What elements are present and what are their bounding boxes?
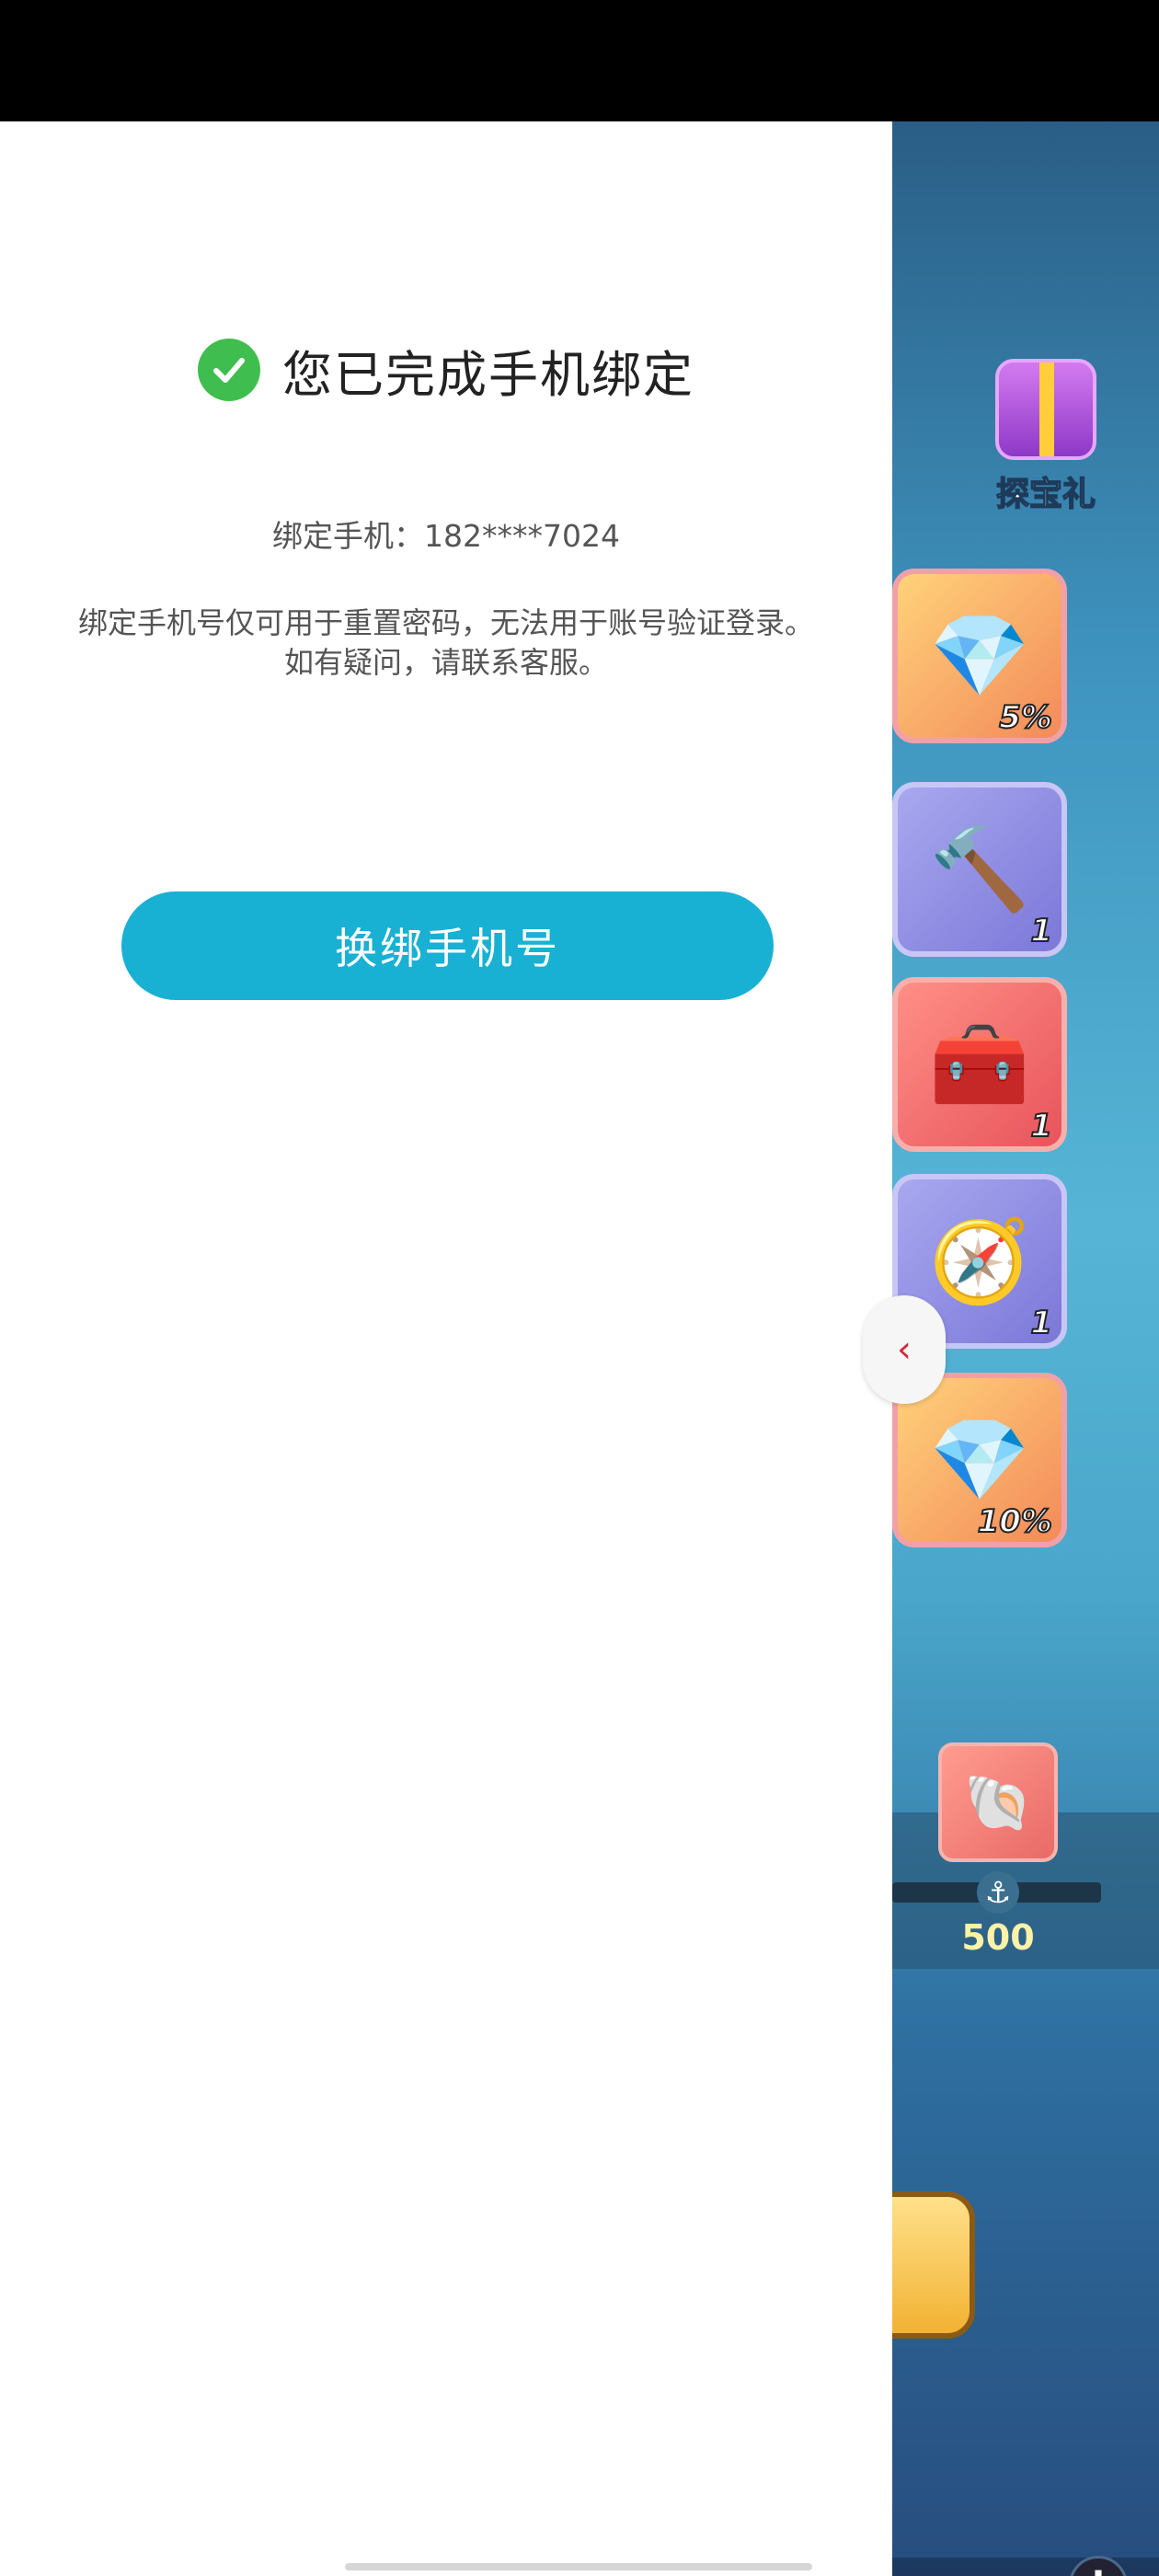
compass-icon: 🧭 — [929, 1213, 1030, 1308]
success-check-icon — [198, 339, 260, 401]
diamond-5-percent-tile[interactable]: 💎 5% — [892, 569, 1067, 743]
notice-line-1: 绑定手机号仅可用于重置密码，无法用于账号验证登录。 — [77, 605, 814, 640]
anchor-icon: ⚓ — [977, 1871, 1019, 1914]
home-indicator[interactable] — [345, 2563, 812, 2570]
chevron-left-icon: ‹ — [897, 1328, 912, 1371]
tile-badge: 1 — [1029, 912, 1053, 950]
binding-complete-title: 您已完成手机绑定 — [282, 345, 694, 404]
binding-status-row: 您已完成手机绑定 — [0, 338, 892, 404]
collapse-panel-button[interactable]: ‹ — [863, 1295, 946, 1404]
phone-binding-panel — [0, 121, 892, 2576]
bound-phone-number: 绑定手机：182****7024 — [272, 518, 620, 554]
pearl-reward-icon[interactable]: 🐚 — [938, 1742, 1058, 1862]
status-bar — [0, 0, 1159, 121]
tile-badge: 5% — [998, 698, 1053, 737]
diamond-icon: 💎 — [929, 608, 1030, 703]
tile-badge: 10% — [977, 1502, 1053, 1541]
gift-box-icon[interactable] — [995, 359, 1096, 460]
binding-notice: 绑定手机号仅可用于重置密码，无法用于账号验证登录。 如有疑问，请联系客服。 — [28, 604, 865, 683]
tile-badge: 1 — [1029, 1304, 1053, 1342]
treasure-chest-tile[interactable]: 🧰 1 — [892, 977, 1067, 1152]
notice-line-2: 如有疑问，请联系客服。 — [283, 645, 608, 680]
hammer-icon: 🔨 — [929, 822, 1030, 916]
gold-action-button[interactable] — [892, 2191, 975, 2339]
diamond-icon: 💎 — [929, 1412, 1030, 1507]
gift-label: 探宝礼 — [995, 475, 1096, 514]
rebind-phone-button[interactable]: 换绑手机号 — [121, 891, 774, 1000]
treasure-chest-icon: 🧰 — [929, 1017, 1030, 1111]
diamond-count-text: 钻石x1460 — [892, 2563, 1054, 2576]
progress-value: 500 — [961, 1917, 1035, 1958]
hammer-tile[interactable]: 🔨 1 — [892, 782, 1067, 957]
tile-badge: 1 — [1029, 1107, 1053, 1145]
